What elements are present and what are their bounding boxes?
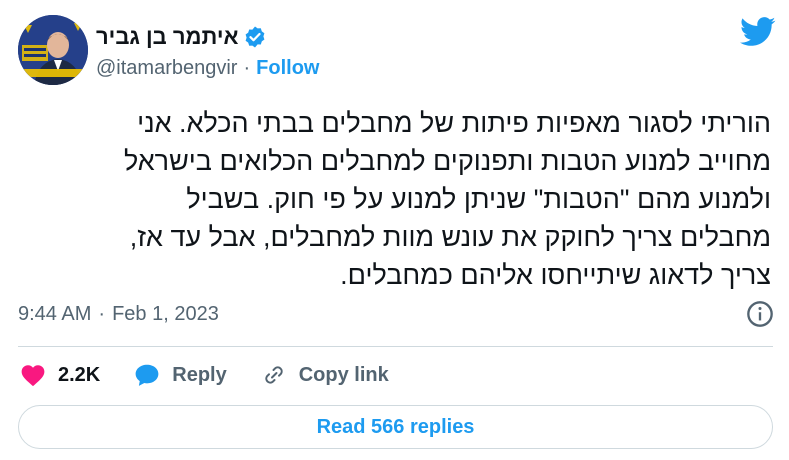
verified-badge-icon (245, 26, 264, 48)
link-icon (265, 366, 283, 384)
tweet-embed-card: איתמר בן גביר @itamarbengvir · Follow הו… (0, 0, 789, 460)
copy-link-button[interactable]: Copy link (261, 363, 389, 387)
timestamp-separator: · (98, 302, 106, 325)
tweet-timestamp[interactable]: 9:44 AM · Feb 1, 2023 (18, 300, 219, 328)
heart-icon (21, 365, 45, 387)
follow-button[interactable]: Follow (256, 57, 319, 80)
tweet-time: 9:44 AM (18, 302, 92, 325)
copy-link-label: Copy link (298, 363, 389, 386)
twitter-bird-icon[interactable] (740, 17, 776, 47)
like-count: 2.2K (58, 363, 101, 386)
tweet-text-line: מחוייב למנוע הטבות ותפנוקים למחבלים הכלו… (123, 146, 771, 176)
avatar[interactable] (18, 15, 88, 85)
tweet-text-line: הוריתי לסגור מאפיות פיתות של מחבלים בבתי… (137, 108, 771, 138)
tweet-text-line: צריך לדאוג שיתייחסו אליהם כמחבלים. (340, 260, 771, 290)
divider (18, 346, 773, 347)
tweet-text: הוריתי לסגור מאפיות פיתות של מחבלים בבתי… (14, 104, 771, 294)
reply-button[interactable]: Reply (134, 363, 227, 387)
reply-bubble-icon (135, 364, 159, 386)
tweet-text-line: ולמנוע מהם "הטבות" שניתן למנוע על פי חוק… (186, 184, 771, 214)
like-button[interactable]: 2.2K (20, 363, 100, 387)
author-name-row: איתמר בן גביר (96, 22, 267, 52)
handle-separator: · (243, 56, 251, 79)
avatar-portrait-icon (18, 15, 88, 85)
author-handle-row: @itamarbengvir · Follow (96, 55, 319, 81)
info-icon[interactable] (746, 300, 774, 328)
author-handle[interactable]: @itamarbengvir (96, 57, 237, 80)
tweet-text-line: מחבלים צריך לחוקק את עונש מוות למחבלים, … (129, 222, 771, 252)
author-name[interactable]: איתמר בן גביר (96, 24, 239, 50)
read-replies-button[interactable]: Read 566 replies (18, 405, 773, 449)
tweet-actions: 2.2K Reply Copy link (20, 358, 423, 392)
tweet-date: Feb 1, 2023 (112, 302, 219, 325)
reply-label: Reply (172, 363, 227, 386)
